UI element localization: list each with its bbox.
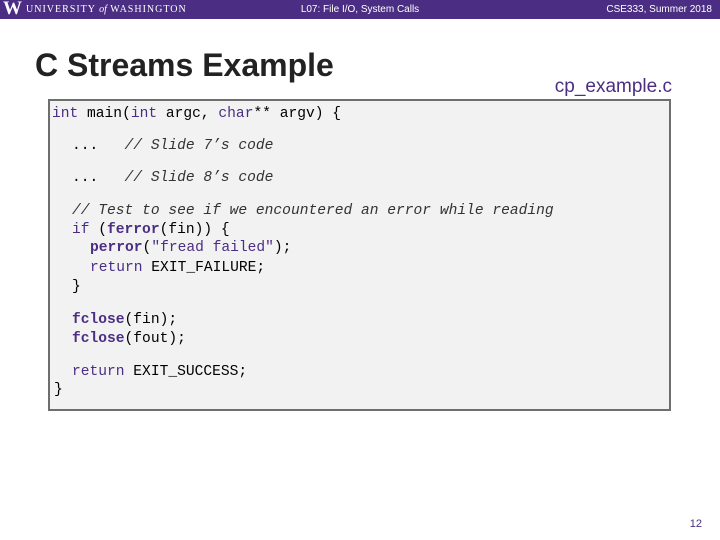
code-text: argc, [157,106,219,122]
code-text: ); [273,240,292,256]
code-keyword: int [52,106,79,122]
code-function: ferror [107,222,160,238]
code-text: ... [72,170,125,186]
code-keyword: char [218,106,254,122]
code-keyword: return [90,260,143,276]
code-filename: cp_example.c [554,76,672,97]
code-text: } [54,382,63,398]
code-line-close-brace-main: } [54,381,63,399]
code-line-fclose-fin: fclose(fin); [72,311,177,329]
page-number: 12 [689,518,702,530]
code-text: ( [142,240,152,256]
code-text: (fin)) { [159,222,230,238]
code-line-comment-error: // Test to see if we encountered an erro… [72,202,554,220]
code-text: EXIT_SUCCESS; [124,364,248,380]
code-text: ** argv) { [253,106,342,122]
course-name: CSE333, Summer 2018 [606,4,712,15]
code-block: int main(int argc, char** argv) { ... //… [48,99,671,411]
code-keyword: if [72,222,90,238]
code-line-close-brace-if: } [72,278,81,296]
code-line-slide7: ... // Slide 7’s code [72,137,273,155]
code-string: "fread failed" [151,240,274,256]
code-line-return-failure: return EXIT_FAILURE; [90,259,265,277]
code-line-main: int main(int argc, char** argv) { [52,105,341,123]
code-comment: // Slide 7’s code [124,138,274,154]
code-line-slide8: ... // Slide 8’s code [72,169,273,187]
code-line-return-success: return EXIT_SUCCESS; [72,363,247,381]
code-text: ... [72,138,125,154]
code-function: perror [90,240,143,256]
code-line-if-ferror: if (ferror(fin)) { [72,221,230,239]
code-comment: // Slide 8’s code [124,170,274,186]
code-keyword: int [130,106,158,122]
header-bar: W UNIVERSITY of WASHINGTON L07: File I/O… [0,0,720,19]
code-function: fclose [72,312,125,328]
code-function: fclose [72,331,125,347]
code-text: (fout); [124,331,186,347]
code-text: (fin); [124,312,178,328]
code-text: ( [89,222,108,238]
code-text: EXIT_FAILURE; [142,260,266,276]
code-line-fclose-fout: fclose(fout); [72,330,186,348]
code-keyword: return [72,364,125,380]
code-text: } [72,279,81,295]
code-line-perror: perror("fread failed"); [90,239,291,257]
slide-title: C Streams Example [35,47,334,83]
code-comment: // Test to see if we encountered an erro… [72,203,554,219]
code-text: main( [78,106,131,122]
